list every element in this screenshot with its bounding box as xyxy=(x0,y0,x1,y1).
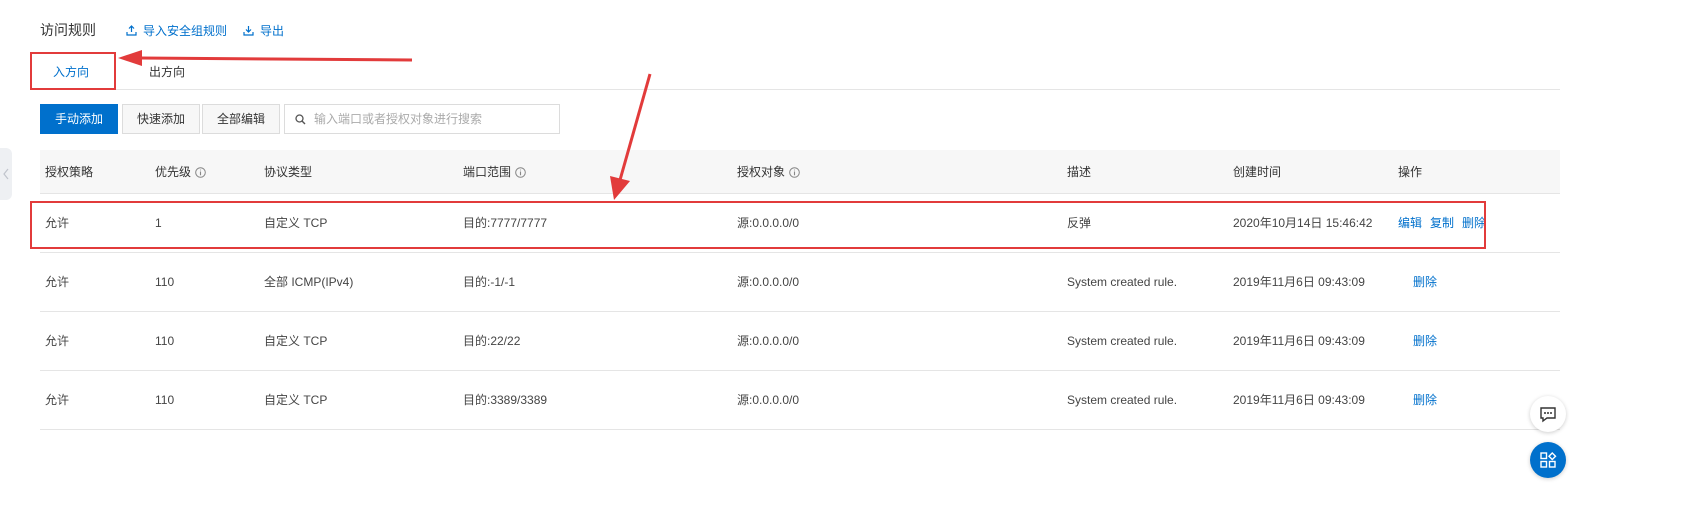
apps-button[interactable] xyxy=(1530,442,1566,478)
chat-icon xyxy=(1540,407,1556,423)
feedback-button[interactable] xyxy=(1530,396,1566,432)
annotation-arrow-tab xyxy=(139,56,413,62)
annotation-arrows xyxy=(118,50,652,200)
annotation-arrow-row xyxy=(618,73,652,181)
annotation-arrowhead-tab xyxy=(118,50,142,66)
annotation-arrowhead-row xyxy=(610,176,630,200)
apps-icon xyxy=(1540,452,1557,468)
